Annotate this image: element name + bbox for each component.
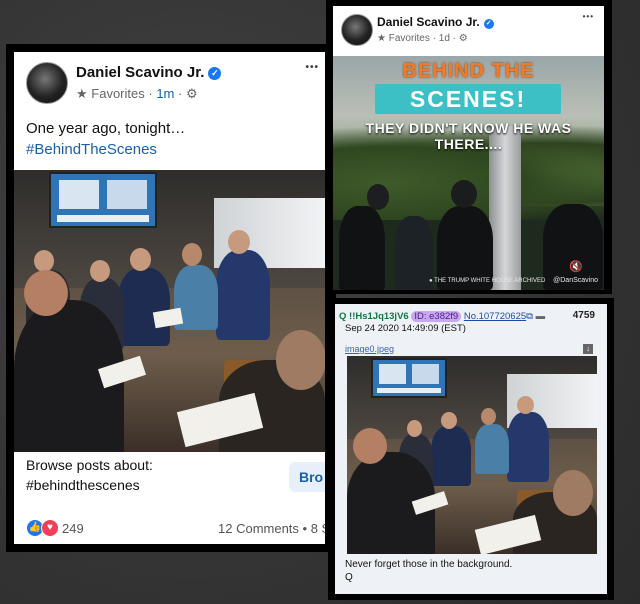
q-message: Never forget those in the background.	[345, 559, 513, 570]
audience-label: Favorites	[91, 86, 145, 101]
author-avatar[interactable]	[26, 62, 68, 104]
photo-tv-screen	[371, 358, 447, 398]
reaction-count[interactable]: 249	[62, 521, 84, 536]
author-name-text[interactable]: Daniel Scavino Jr.	[76, 64, 204, 81]
video-watermark-left: ● THE TRUMP WHITE HOUSE ARCHIVED	[429, 278, 546, 284]
browse-button[interactable]: Bro	[289, 462, 325, 492]
video-player[interactable]: BEHIND THE SCENES! THEY DIDN'T KNOW HE W…	[333, 56, 604, 290]
download-icon[interactable]: ↓	[583, 344, 593, 354]
post-photo[interactable]	[14, 170, 325, 452]
timestamp[interactable]: 1d	[439, 33, 450, 44]
reply-count: 4759	[572, 310, 595, 321]
love-reaction-icon[interactable]: ♥	[41, 519, 59, 537]
q-post-image[interactable]	[347, 356, 597, 554]
banner-line-3: THEY DIDN'T KNOW HE WAS THERE....	[365, 120, 572, 152]
q-post-card: Q !!Hs1Jq13jV6 ID: e382f9 No.107720625⧉ …	[335, 304, 607, 594]
q-post-header: Q !!Hs1Jq13jV6 ID: e382f9 No.107720625⧉ …	[339, 311, 545, 322]
browse-label: Browse posts about:	[26, 457, 153, 473]
post-meta: ★ Favorites · 1d · ⚙	[377, 33, 468, 44]
author-name-text[interactable]: Daniel Scavino Jr.	[377, 15, 480, 29]
verified-badge-icon: ✓	[483, 19, 494, 29]
left-post-card: Daniel Scavino Jr. ✓ ★ Favorites · 1m · ⚙…	[14, 52, 325, 544]
post-text-line: One year ago, tonight…	[26, 120, 186, 137]
photo-tv-screen	[49, 172, 157, 228]
q-signature: Q	[345, 572, 353, 583]
q-filename[interactable]: image0.jpeg	[345, 344, 394, 354]
author-name[interactable]: Daniel Scavino Jr. ✓	[76, 64, 222, 81]
star-icon: ★	[377, 33, 386, 44]
external-link-icon[interactable]: ⧉	[526, 311, 533, 322]
banner-line-2: SCENES!	[375, 84, 561, 114]
browse-hashtag[interactable]: #behindthescenes	[26, 477, 140, 493]
star-icon: ★	[76, 86, 88, 101]
video-post-card: Daniel Scavino Jr. ✓ ★ Favorites · 1d · ⚙…	[333, 6, 604, 290]
timestamp[interactable]: 1m	[156, 86, 174, 101]
audience-label: Favorites	[388, 33, 430, 44]
q-post-number[interactable]: No.107720625	[464, 311, 526, 322]
more-dots-icon[interactable]: •••	[583, 12, 594, 21]
video-watermark-right: @DanScavino	[553, 277, 598, 284]
mute-icon[interactable]: 🔇	[569, 260, 583, 273]
post-hashtag[interactable]: #BehindTheScenes	[26, 141, 157, 158]
q-name: Q !!Hs1Jq13jV6	[339, 311, 409, 322]
q-datetime: Sep 24 2020 14:49:09 (EST)	[345, 323, 466, 334]
author-name[interactable]: Daniel Scavino Jr. ✓	[377, 15, 494, 29]
comments-count[interactable]: 12 Comments • 8 S	[218, 521, 325, 536]
folder-icon[interactable]: ▬	[536, 311, 546, 322]
gear-icon: ⚙	[458, 33, 468, 44]
post-meta: ★ Favorites · 1m · ⚙	[76, 86, 198, 101]
banner-line-1: BEHIND THE	[402, 60, 535, 82]
more-dots-icon[interactable]: •••	[305, 62, 319, 73]
verified-badge-icon: ✓	[208, 67, 222, 80]
author-avatar[interactable]	[341, 14, 373, 46]
q-id-badge[interactable]: ID: e382f9	[411, 311, 462, 322]
gear-icon: ⚙	[185, 86, 198, 101]
